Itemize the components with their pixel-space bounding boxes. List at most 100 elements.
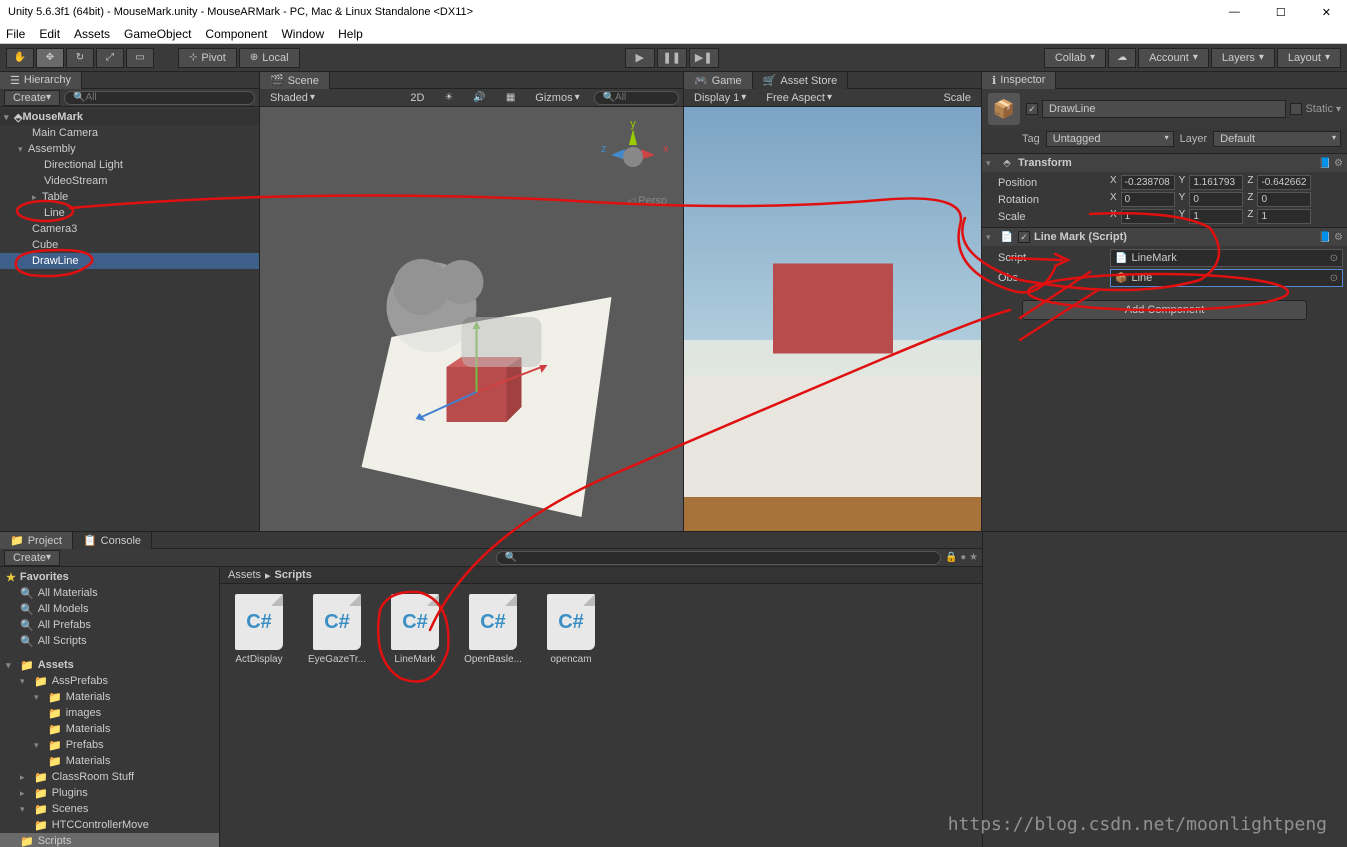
folder-item[interactable]: ▾📁 Prefabs bbox=[0, 737, 219, 753]
2d-toggle[interactable]: 2D bbox=[404, 91, 430, 105]
hierarchy-create-button[interactable]: Create ▾ bbox=[4, 90, 60, 106]
move-tool[interactable]: ✥ bbox=[36, 48, 64, 68]
hand-tool[interactable]: ✋ bbox=[6, 48, 34, 68]
asset-store-tab[interactable]: 🛒 Asset Store bbox=[753, 72, 849, 89]
folder-item[interactable]: ▸📁 Plugins bbox=[0, 785, 219, 801]
lighting-toggle[interactable]: ☀ bbox=[438, 91, 459, 105]
active-checkbox[interactable]: ✓ bbox=[1026, 103, 1038, 115]
layers-dropdown[interactable]: Layers ▾ bbox=[1211, 48, 1275, 68]
shaded-dropdown[interactable]: Shaded ▾ bbox=[264, 91, 321, 105]
folder-scripts[interactable]: 📁 Scripts bbox=[0, 833, 219, 847]
pos-z[interactable] bbox=[1257, 175, 1311, 190]
persp-label[interactable]: ◁ Persp bbox=[628, 195, 667, 207]
folder-item[interactable]: ▾📁 Scenes bbox=[0, 801, 219, 817]
menu-edit[interactable]: Edit bbox=[39, 27, 60, 41]
hierarchy-item[interactable]: Main Camera bbox=[0, 125, 259, 141]
hierarchy-item[interactable]: ▾Assembly bbox=[0, 141, 259, 157]
asset-item-linemark[interactable]: C#LineMark bbox=[386, 594, 444, 665]
rotate-tool[interactable]: ↻ bbox=[66, 48, 94, 68]
collab-dropdown[interactable]: Collab ▾ bbox=[1044, 48, 1106, 68]
pivot-toggle[interactable]: ⊹ Pivot bbox=[178, 48, 237, 68]
fx-toggle[interactable]: ▦ bbox=[500, 91, 521, 105]
tag-dropdown[interactable]: Untagged bbox=[1046, 131, 1174, 147]
menu-help[interactable]: Help bbox=[338, 27, 363, 41]
folder-item[interactable]: ▸📁 ClassRoom Stuff bbox=[0, 769, 219, 785]
folder-item[interactable]: ▾📁 AssPrefabs bbox=[0, 673, 219, 689]
layer-dropdown[interactable]: Default bbox=[1213, 131, 1341, 147]
console-tab[interactable]: 📋 Console bbox=[73, 532, 152, 549]
component-settings-icon[interactable]: 📘 ⚙ bbox=[1319, 232, 1343, 243]
menu-assets[interactable]: Assets bbox=[74, 27, 110, 41]
object-name-field[interactable] bbox=[1042, 100, 1286, 118]
transform-header[interactable]: ▾⬘ Transform 📘 ⚙ bbox=[982, 154, 1347, 172]
pos-x[interactable] bbox=[1121, 175, 1175, 190]
play-button[interactable]: ▶ bbox=[625, 48, 655, 68]
component-settings-icon[interactable]: 📘 ⚙ bbox=[1319, 158, 1343, 169]
script-field[interactable]: 📄 LineMark bbox=[1110, 249, 1343, 267]
hierarchy-item-drawline[interactable]: DrawLine bbox=[0, 253, 259, 269]
audio-toggle[interactable]: 🔊 bbox=[467, 91, 491, 105]
fav-item[interactable]: 🔍 All Scripts bbox=[0, 633, 219, 649]
scene-gizmo[interactable]: y x z bbox=[593, 117, 673, 197]
pause-button[interactable]: ❚❚ bbox=[657, 48, 687, 68]
project-tab[interactable]: 📁 Project bbox=[0, 532, 73, 549]
favorites-header[interactable]: ★ Favorites bbox=[0, 569, 219, 585]
asset-item[interactable]: C#opencam bbox=[542, 594, 600, 665]
fav-item[interactable]: 🔍 All Models bbox=[0, 601, 219, 617]
layout-dropdown[interactable]: Layout ▾ bbox=[1277, 48, 1341, 68]
hierarchy-item[interactable]: Directional Light bbox=[0, 157, 259, 173]
folder-item[interactable]: 📁 Materials bbox=[0, 753, 219, 769]
fav-item[interactable]: 🔍 All Prefabs bbox=[0, 617, 219, 633]
scale-x[interactable] bbox=[1121, 209, 1175, 224]
menu-file[interactable]: File bbox=[6, 27, 25, 41]
rect-tool[interactable]: ▭ bbox=[126, 48, 154, 68]
scale-z[interactable] bbox=[1257, 209, 1311, 224]
cloud-button[interactable]: ☁ bbox=[1108, 48, 1136, 68]
hierarchy-item[interactable]: ▸Table bbox=[0, 189, 259, 205]
game-tab[interactable]: 🎮 Game bbox=[684, 72, 753, 89]
static-toggle[interactable]: Static ▾ bbox=[1290, 103, 1341, 115]
scene-search[interactable] bbox=[594, 91, 679, 105]
scene-viewport[interactable]: y x z ◁ Persp bbox=[260, 107, 683, 531]
linemark-header[interactable]: ▾📄 ✓ Line Mark (Script) 📘 ⚙ bbox=[982, 228, 1347, 246]
scene-tab[interactable]: 🎬 Scene bbox=[260, 72, 330, 89]
close-button[interactable]: ✕ bbox=[1314, 6, 1339, 19]
obs-field[interactable]: 📦 Line bbox=[1110, 269, 1343, 287]
inspector-tab[interactable]: ℹ Inspector bbox=[982, 72, 1056, 89]
menu-component[interactable]: Component bbox=[205, 27, 267, 41]
display-dropdown[interactable]: Display 1 ▾ bbox=[688, 91, 752, 105]
fav-item[interactable]: 🔍 All Materials bbox=[0, 585, 219, 601]
local-toggle[interactable]: ⊕ Local bbox=[239, 48, 300, 68]
rot-z[interactable] bbox=[1257, 192, 1311, 207]
menu-window[interactable]: Window bbox=[281, 27, 324, 41]
hierarchy-tree[interactable]: ▾⬘ MouseMark Main Camera ▾Assembly Direc… bbox=[0, 107, 259, 531]
step-button[interactable]: ▶❚ bbox=[689, 48, 719, 68]
gameobject-icon[interactable]: 📦 bbox=[988, 93, 1020, 125]
asset-item[interactable]: C#OpenBasle... bbox=[464, 594, 522, 665]
menu-gameobject[interactable]: GameObject bbox=[124, 27, 191, 41]
pos-y[interactable] bbox=[1189, 175, 1243, 190]
script-enabled-checkbox[interactable]: ✓ bbox=[1018, 231, 1030, 243]
scale-tool[interactable]: ⤢ bbox=[96, 48, 124, 68]
asset-item[interactable]: C#EyeGazeTr... bbox=[308, 594, 366, 665]
hierarchy-search-input[interactable] bbox=[64, 91, 255, 105]
rot-y[interactable] bbox=[1189, 192, 1243, 207]
hierarchy-item[interactable]: Camera3 bbox=[0, 221, 259, 237]
hierarchy-item-line[interactable]: Line bbox=[0, 205, 259, 221]
hierarchy-tab[interactable]: ☰ Hierarchy bbox=[0, 72, 82, 89]
project-create-button[interactable]: Create ▾ bbox=[4, 550, 60, 566]
minimize-button[interactable]: — bbox=[1221, 6, 1248, 19]
project-search[interactable] bbox=[496, 551, 941, 565]
folder-item[interactable]: 📁 images bbox=[0, 705, 219, 721]
hierarchy-item[interactable]: VideoStream bbox=[0, 173, 259, 189]
project-folder-tree[interactable]: ★ Favorites 🔍 All Materials 🔍 All Models… bbox=[0, 567, 220, 847]
assets-root[interactable]: ▾📁 Assets bbox=[0, 657, 219, 673]
scale-y[interactable] bbox=[1189, 209, 1243, 224]
scene-root[interactable]: ▾⬘ MouseMark bbox=[0, 109, 259, 125]
gizmos-dropdown[interactable]: Gizmos ▾ bbox=[529, 91, 585, 105]
folder-item[interactable]: ▾📁 Materials bbox=[0, 689, 219, 705]
aspect-dropdown[interactable]: Free Aspect ▾ bbox=[760, 91, 838, 105]
breadcrumb[interactable]: Assets ▸ Scripts bbox=[220, 567, 982, 584]
asset-item[interactable]: C#ActDisplay bbox=[230, 594, 288, 665]
hierarchy-item[interactable]: Cube bbox=[0, 237, 259, 253]
